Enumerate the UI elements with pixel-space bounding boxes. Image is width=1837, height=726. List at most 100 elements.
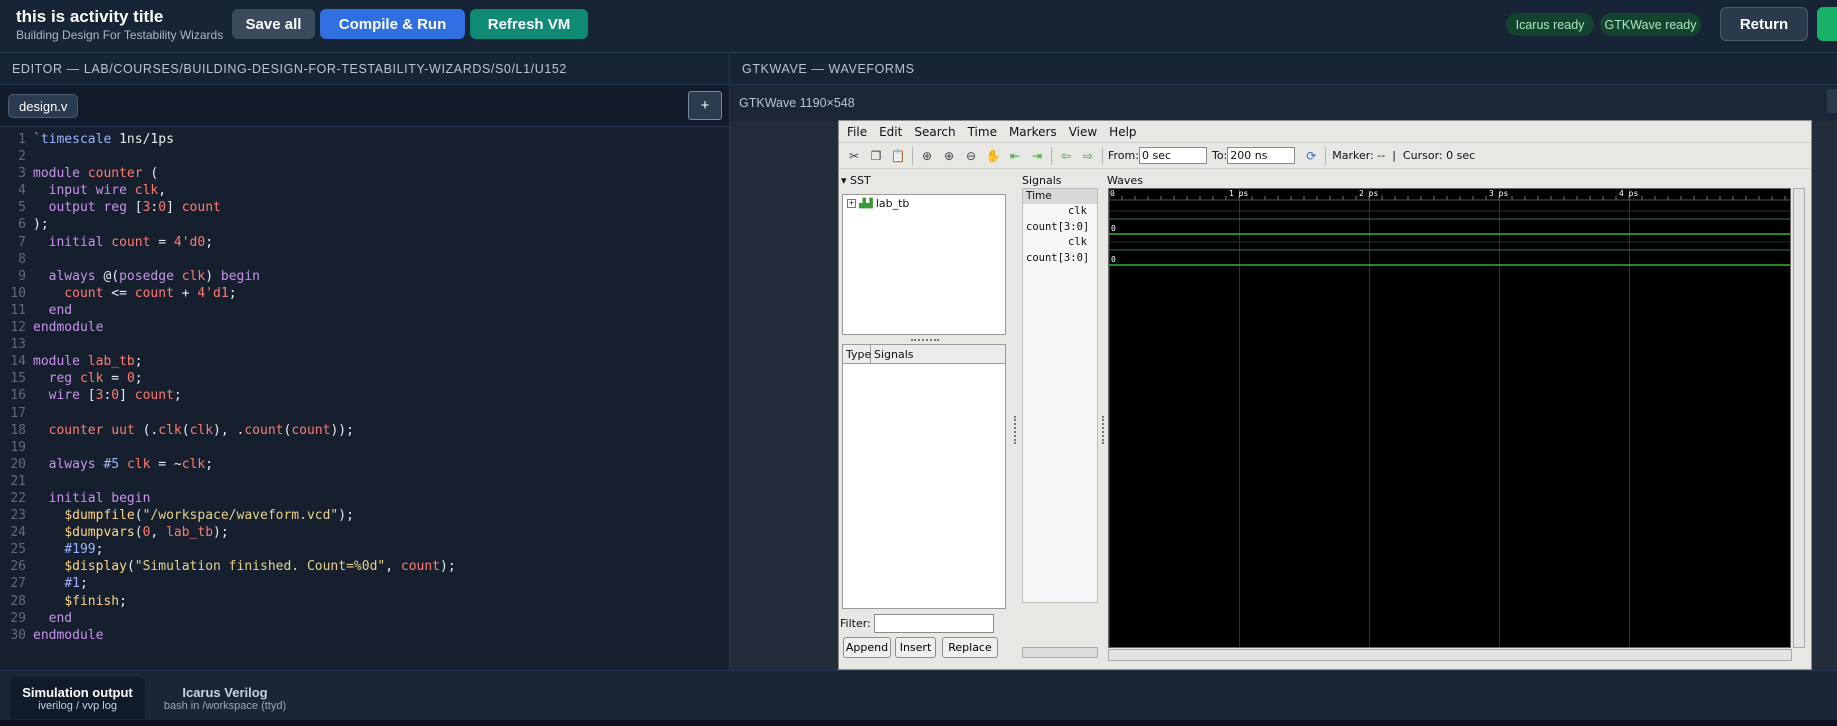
refresh-vm-button[interactable]: Refresh VM [470, 9, 588, 39]
last-page-icon[interactable]: ⇥ [1029, 148, 1045, 164]
code-line[interactable]: 6); [0, 216, 729, 233]
save-all-button[interactable]: Save all [232, 9, 315, 39]
code-line[interactable]: 29 end [0, 610, 729, 627]
line-number: 14 [10, 354, 26, 370]
menu-markers[interactable]: Markers [1009, 125, 1057, 139]
marker-cursor-readout: Marker: -- | Cursor: 0 sec [1332, 149, 1476, 162]
signal-row[interactable]: clk [1023, 204, 1097, 220]
code-line[interactable]: 12 endmodule [0, 319, 729, 336]
line-number: 30 [10, 627, 26, 643]
line-number: 10 [10, 285, 26, 301]
replace-button[interactable]: Replace [942, 637, 998, 658]
panel-edge-button[interactable] [1827, 89, 1837, 113]
code-line[interactable]: 19 [0, 439, 729, 456]
menu-edit[interactable]: Edit [879, 125, 902, 139]
tab-icarus-verilog[interactable]: Icarus Verilog bash in /workspace (ttyd) [150, 677, 300, 719]
signals-hscrollbar[interactable] [1022, 647, 1098, 658]
line-number: 1 [18, 132, 26, 147]
compile-run-button[interactable]: Compile & Run [320, 9, 465, 39]
code-line[interactable]: 17 [0, 405, 729, 422]
paste-icon[interactable]: 📋 [890, 148, 906, 164]
prev-icon[interactable]: ⇦ [1058, 148, 1074, 164]
code-line[interactable]: 16 wire [3:0] count; [0, 387, 729, 404]
signals-column-header[interactable]: Signals [871, 345, 1005, 363]
line-number: 27 [10, 576, 26, 592]
code-line[interactable]: 8 [0, 251, 729, 268]
zoom-fit-icon[interactable]: ⊕ [919, 148, 935, 164]
type-signals-table[interactable]: Type Signals [842, 344, 1006, 609]
tree-item-lab-tb[interactable]: + ▟▟ lab_tb [847, 197, 909, 210]
line-number: 23 [10, 508, 26, 524]
code-line[interactable]: 10 count <= count + 4'd1; [0, 285, 729, 302]
sst-heading[interactable]: ▾ SST [841, 174, 871, 187]
from-input[interactable]: 0 sec [1138, 147, 1207, 164]
return-button[interactable]: Return [1720, 7, 1808, 41]
type-column-header[interactable]: Type [843, 345, 871, 363]
file-tab-design[interactable]: design.v [8, 94, 79, 118]
code-line[interactable]: 24 $dumpvars(0, lab_tb); [0, 524, 729, 541]
code-line[interactable]: 5 output reg [3:0] count [0, 199, 729, 216]
signal-row[interactable]: count[3:0] [1023, 251, 1097, 267]
code-line[interactable]: 26 $display("Simulation finished. Count=… [0, 558, 729, 575]
code-line[interactable]: 18 counter uut (.clk(clk), .count(count)… [0, 422, 729, 439]
append-button[interactable]: Append [843, 637, 891, 658]
code-line[interactable]: 28 $finish; [0, 593, 729, 610]
code-line[interactable]: 3 module counter ( [0, 165, 729, 182]
copy-icon[interactable]: ❐ [868, 148, 884, 164]
line-number: 29 [10, 610, 26, 626]
menu-search[interactable]: Search [914, 125, 955, 139]
code-line[interactable]: 21 [0, 473, 729, 490]
zoom-out-icon[interactable]: ⊖ [963, 148, 979, 164]
gtkwave-window[interactable]: File Edit Search Time Markers View Help ✂ ❐ 📋 … [838, 120, 1812, 670]
code-line[interactable]: 23 $dumpfile("/workspace/waveform.vcd"); [0, 507, 729, 524]
zoom-in-icon[interactable]: ⊕ [941, 148, 957, 164]
menu-file[interactable]: File [847, 125, 867, 139]
code-line[interactable]: 4 input wire clk, [0, 182, 729, 199]
waves-canvas[interactable]: 0 1 ps 2 ps 3 ps 4 ps 0 0 [1108, 188, 1791, 648]
pane-resize-handle[interactable] [1014, 416, 1017, 444]
pane-resize-handle[interactable] [911, 339, 939, 342]
insert-button[interactable]: Insert [895, 637, 936, 658]
to-input[interactable]: 200 ns [1227, 147, 1296, 164]
code-line[interactable]: 25 #199; [0, 541, 729, 558]
reload-icon[interactable]: ⟳ [1303, 148, 1319, 164]
code-line[interactable]: 14 module lab_tb; [0, 353, 729, 370]
code-line[interactable]: 30 endmodule [0, 627, 729, 644]
signal-row[interactable]: count[3:0] [1023, 220, 1097, 236]
signals-list[interactable]: Time clk count[3:0] clk count[3:0] [1022, 188, 1098, 603]
tab-simulation-output[interactable]: Simulation output iverilog / vvp log [10, 677, 145, 719]
menu-view[interactable]: View [1069, 125, 1097, 139]
line-text [26, 336, 33, 353]
code-line[interactable]: 1 `timescale 1ns/1ps [0, 131, 729, 148]
code-line[interactable]: 22 initial begin [0, 490, 729, 507]
tree-item-label: lab_tb [875, 197, 910, 210]
line-number: 5 [18, 200, 26, 216]
line-text: #1; [64, 576, 88, 592]
sst-tree[interactable]: + ▟▟ lab_tb [842, 194, 1006, 335]
code-line[interactable]: 11 end [0, 302, 729, 319]
menu-time[interactable]: Time [968, 125, 997, 139]
code-line[interactable]: 7 initial count = 4'd0; [0, 234, 729, 251]
add-file-button[interactable]: + [688, 91, 722, 120]
code-editor[interactable]: 1 `timescale 1ns/1ps 2 3 module counter (4 i… [0, 131, 729, 644]
expand-icon[interactable]: + [847, 199, 856, 208]
waves-vscrollbar[interactable] [1793, 188, 1805, 648]
waves-hscrollbar[interactable] [1108, 649, 1792, 661]
filter-input[interactable] [873, 614, 994, 633]
code-line[interactable]: 2 [0, 148, 729, 165]
code-line[interactable]: 13 [0, 336, 729, 353]
code-line[interactable]: 20 always #5 clk = ~clk; [0, 456, 729, 473]
zoom-undo-icon[interactable]: ✋ [985, 148, 1001, 164]
code-line[interactable]: 27 #1; [0, 575, 729, 592]
line-text [26, 251, 33, 268]
signal-row[interactable]: clk [1023, 235, 1097, 251]
code-line[interactable]: 9 always @(posedge clk) begin [0, 268, 729, 285]
code-line[interactable]: 15 reg clk = 0; [0, 370, 729, 387]
pane-resize-handle[interactable] [1102, 416, 1105, 444]
first-page-icon[interactable]: ⇤ [1007, 148, 1023, 164]
next-icon[interactable]: ⇨ [1080, 148, 1096, 164]
cut-icon[interactable]: ✂ [846, 148, 862, 164]
partial-green-button[interactable] [1817, 7, 1837, 41]
menu-help[interactable]: Help [1109, 125, 1136, 139]
line-text: $dumpfile("/workspace/waveform.vcd"); [64, 508, 354, 524]
